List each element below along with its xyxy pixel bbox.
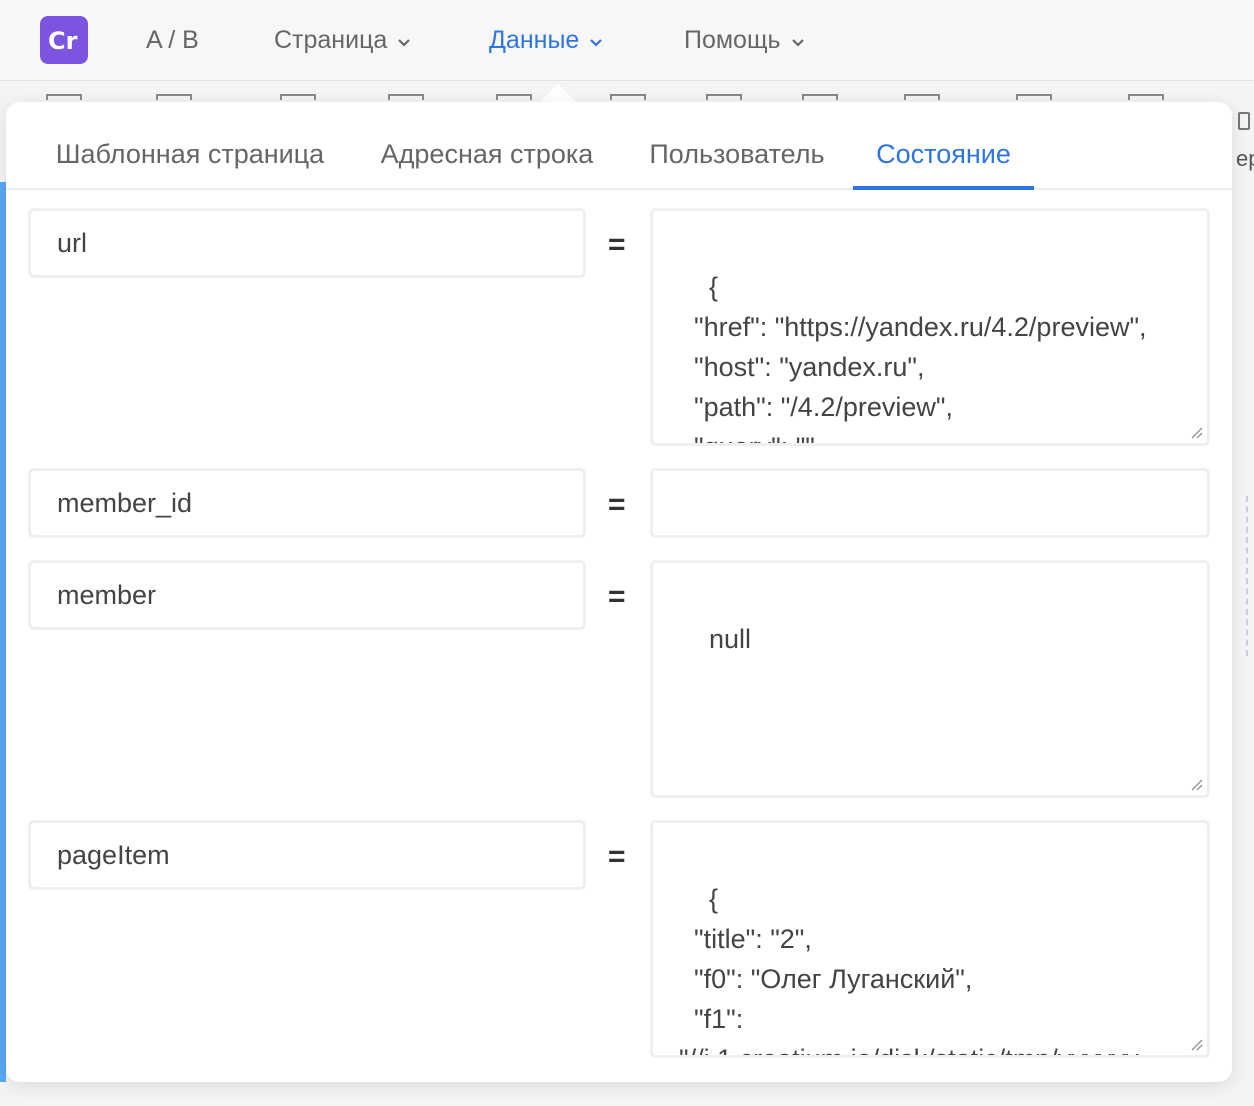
state-value-field[interactable]: 0	[650, 468, 1210, 538]
app-logo[interactable]: Cr	[40, 16, 88, 64]
chevron-down-icon	[791, 24, 805, 56]
nav-label: Помощь	[684, 26, 781, 54]
equals-sign: =	[608, 488, 626, 521]
tab-label: Пользователь	[649, 139, 825, 169]
state-value-text: null	[709, 624, 752, 654]
resize-handle-icon[interactable]	[1189, 777, 1203, 791]
toolbar-tool-icon[interactable]	[46, 94, 82, 100]
tab-state[interactable]: Состояние	[853, 132, 1034, 190]
chevron-down-icon	[589, 24, 603, 56]
state-value-text: { "title": "2", "f0": "Олег Луганский", …	[679, 884, 1139, 1055]
state-value-textarea[interactable]: { "title": "2", "f0": "Олег Луганский", …	[650, 820, 1210, 1058]
tab-label: Состояние	[876, 139, 1011, 169]
phone-preview-icon[interactable]	[1238, 112, 1250, 130]
resize-handle-icon[interactable]	[1189, 1037, 1203, 1051]
toolbar-tool-icon[interactable]	[388, 94, 424, 100]
state-key-field[interactable]: pageItem	[28, 820, 586, 890]
equals-sign: =	[608, 840, 626, 873]
tab-label: Шаблонная страница	[55, 139, 325, 169]
nav-help-menu[interactable]: Помощь	[684, 24, 805, 56]
svg-text:Cr: Cr	[48, 27, 78, 54]
toolbar-tool-icon[interactable]	[1016, 94, 1052, 100]
state-key-field[interactable]: url	[28, 208, 586, 278]
dashed-guide	[1246, 496, 1254, 656]
chevron-down-icon	[397, 24, 411, 56]
top-navigation-bar: Cr A / B Страница Данные Помощь	[0, 0, 1254, 81]
tab-label: Адресная строка	[380, 139, 594, 169]
edge-label-fragment: ерв	[1236, 146, 1254, 171]
tab-address-bar[interactable]: Адресная строка	[374, 132, 600, 186]
state-value-textarea[interactable]: null	[650, 560, 1210, 798]
tab-template-page[interactable]: Шаблонная страница	[48, 132, 332, 186]
popup-tabs: Шаблонная страница Адресная строка Польз…	[6, 102, 1232, 190]
state-key-field[interactable]: member	[28, 560, 586, 630]
state-value-textarea[interactable]: { "href": "https://yandex.ru/4.2/preview…	[650, 208, 1210, 446]
toolbar-tool-icon[interactable]	[280, 94, 316, 100]
logo-mark-icon: Cr	[48, 27, 78, 54]
tab-user[interactable]: Пользователь	[642, 132, 832, 186]
nav-label: A / B	[146, 26, 199, 54]
state-key-field[interactable]: member_id	[28, 468, 586, 538]
toolbar-tool-icon[interactable]	[706, 94, 742, 100]
data-popup: Шаблонная страница Адресная строка Польз…	[6, 102, 1232, 1082]
toolbar-tool-icon[interactable]	[496, 94, 532, 100]
toolbar-tool-icon[interactable]	[156, 94, 192, 100]
toolbar-tool-icon[interactable]	[904, 94, 940, 100]
toolbar-tool-icon[interactable]	[1128, 94, 1164, 100]
editor-toolbar	[0, 80, 1254, 104]
equals-sign: =	[608, 228, 626, 261]
nav-label: Данные	[489, 26, 580, 54]
equals-sign: =	[608, 580, 626, 613]
popup-pointer	[540, 84, 576, 102]
nav-page-menu[interactable]: Страница	[274, 24, 411, 56]
state-value-text: { "href": "https://yandex.ru/4.2/preview…	[694, 272, 1147, 443]
nav-label: Страница	[274, 26, 388, 54]
resize-handle-icon[interactable]	[1189, 425, 1203, 439]
nav-data-menu[interactable]: Данные	[489, 24, 603, 56]
toolbar-tool-icon[interactable]	[802, 94, 838, 100]
toolbar-tool-icon[interactable]	[610, 94, 646, 100]
nav-ab-test[interactable]: A / B	[146, 24, 199, 56]
